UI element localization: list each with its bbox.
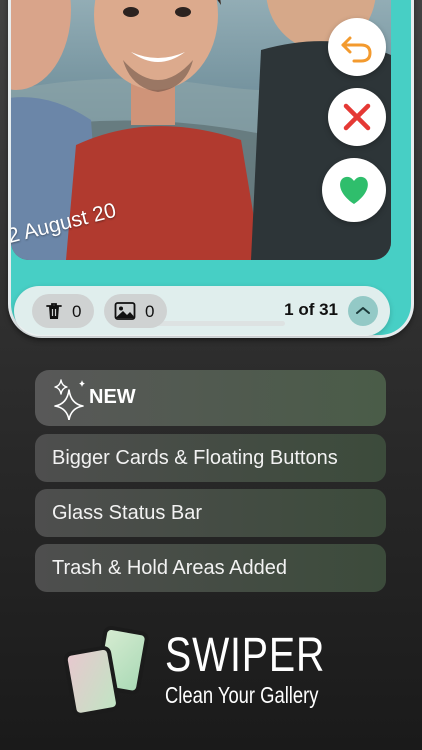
feature-label: Glass Status Bar — [52, 502, 203, 524]
undo-button[interactable] — [328, 18, 386, 76]
feature-item: Glass Status Bar — [35, 489, 386, 537]
close-icon — [343, 103, 371, 131]
app-name: SWIPER — [165, 629, 326, 682]
feature-item: Bigger Cards & Floating Buttons — [35, 434, 386, 482]
image-icon — [114, 302, 136, 320]
photo-counter: 1 of 31 — [284, 300, 338, 319]
heart-icon — [340, 176, 368, 204]
chevron-up-icon — [356, 307, 370, 314]
sparkle-icon — [54, 379, 85, 420]
new-label: NEW — [89, 386, 136, 408]
delete-button[interactable] — [328, 88, 386, 146]
status-bar: 0 0 1 of 31 — [14, 286, 390, 336]
hold-count: 0 — [145, 302, 155, 321]
feature-item: Trash & Hold Areas Added — [35, 544, 386, 592]
trash-area[interactable]: 0 — [32, 294, 94, 328]
trash-icon — [46, 303, 62, 319]
app-tagline: Clean Your Gallery — [165, 682, 319, 708]
trash-count: 0 — [72, 302, 82, 321]
feature-label: Trash & Hold Areas Added — [52, 557, 287, 579]
hold-area[interactable]: 0 — [104, 294, 167, 328]
expand-button[interactable] — [348, 296, 378, 326]
app-logo — [63, 625, 149, 717]
new-badge-card: NEW — [35, 370, 386, 426]
feature-label: Bigger Cards & Floating Buttons — [52, 447, 338, 469]
keep-button[interactable] — [322, 158, 386, 222]
undo-icon — [341, 36, 372, 63]
